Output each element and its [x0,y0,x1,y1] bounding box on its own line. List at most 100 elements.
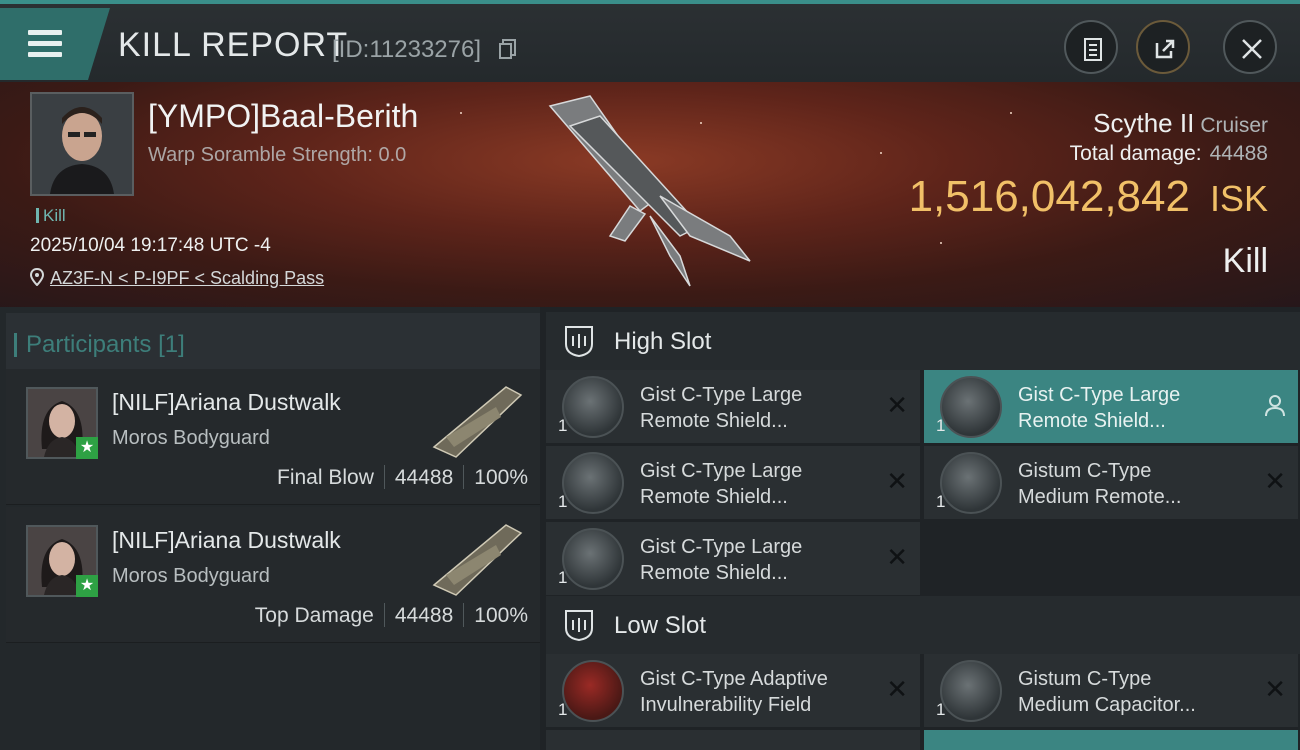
participant-row[interactable]: ★ [NILF]Ariana Dustwalk Moros Bodyguard … [6,507,540,643]
portrait-image [32,94,132,194]
module-item[interactable]: 1 Gistum C-Type Medium Remote... ✕ [924,446,1298,519]
high-slot-icon [565,326,593,358]
high-slot-label: High Slot [614,328,712,355]
destroyed-x-icon: ✕ [1264,674,1286,704]
copy-icon[interactable] [499,39,517,59]
module-qty: 1 [936,492,946,511]
destroyed-x-icon: ✕ [886,674,908,704]
victim-portrait[interactable] [30,92,134,196]
participant-name[interactable]: [NILF]Ariana Dustwalk [112,389,341,416]
module-name-line2: Remote Shield... [640,486,788,508]
ship-class: Cruiser [1200,114,1268,137]
total-damage-label: Total damage: [1069,142,1202,165]
clipboard-button[interactable] [1064,20,1118,74]
module-name-line1: Gist C-Type Large [1018,384,1181,406]
module-qty: 1 [558,700,568,719]
module-item[interactable]: 1 Gist C-Type Large Remote Shield... ✕ [546,370,920,443]
module-qty: 1 [558,568,568,587]
kill-tag: Kill [36,206,66,226]
share-icon [1155,39,1175,59]
person-icon[interactable] [1264,394,1286,418]
page-title: KILL REPORT [118,26,349,64]
module-name-line2: Medium Capacitor... [1018,694,1196,716]
module-name-line1: Gistum C-Type [1018,668,1152,690]
isk-value: 1,516,042,842 [908,172,1190,221]
capacitor-booster-icon [940,660,1002,722]
low-slot-header: Low Slot [546,596,1300,654]
module-qty: 1 [558,416,568,435]
participants-label: Participants [26,331,152,358]
invulnerability-field-icon [562,660,624,722]
participant-ship-image [432,386,523,458]
module-item-partial[interactable] [546,730,920,750]
destroyed-x-icon: ✕ [886,542,908,572]
module-item-partial[interactable] [924,730,1298,750]
kill-id: [ID:11233276] [332,36,482,63]
header-bar: KILL REPORT [ID:11233276] [0,0,1300,82]
participant-damage: 44488 [394,466,454,489]
participant-role: Top Damage [254,604,374,627]
module-item[interactable]: 1 Gist C-Type Large Remote Shield... ✕ [546,522,920,595]
participant-row[interactable]: ★ [NILF]Ariana Dustwalk Moros Bodyguard … [6,369,540,505]
fitting-panel: High Slot 1 Gist C-Type Large Remote Shie… [540,307,1300,750]
victim-name[interactable]: [YMPO]Baal-Berith [148,98,418,135]
shield-booster-icon [562,452,624,514]
module-name-line1: Gist C-Type Large [640,536,803,558]
high-slot-header: High Slot [546,312,1300,370]
module-name-line1: Gist C-Type Adaptive [640,668,828,690]
participant-role: Final Blow [277,466,374,489]
victim-ship-image [548,95,751,287]
module-name-line1: Gistum C-Type [1018,460,1152,482]
share-button[interactable] [1136,20,1190,74]
warp-scramble-strength: Warp Soramble Strength: 0.0 [148,144,407,166]
participants-header: Participants [1] [6,313,540,373]
destroyed-x-icon: ✕ [1264,466,1286,496]
close-icon [1242,39,1262,59]
participants-count: [1] [158,331,185,358]
location-text: AZ3F-N < P-I9PF < Scalding Pass [50,268,325,288]
participant-percent: 100% [474,466,528,489]
kill-timestamp: 2025/10/04 19:17:48 UTC -4 [30,235,271,256]
participants-panel: Participants [1] ★ [NILF]Ariana Dustwalk… [0,307,540,750]
star-badge-icon: ★ [76,437,98,459]
module-item[interactable]: 1 Gistum C-Type Medium Capacitor... ✕ [924,654,1298,727]
shield-booster-icon [940,452,1002,514]
victim-summary: [YMPO]Baal-Berith Warp Soramble Strength… [0,82,1300,307]
module-name-line2: Medium Remote... [1018,486,1182,508]
module-item[interactable]: 1 Gist C-Type Large Remote Shield... ✕ [546,446,920,519]
menu-icon [28,30,62,35]
module-qty: 1 [936,416,946,435]
kill-report-screen: KILL REPORT [ID:11233276] [YMPO]Baal-Ber… [0,0,1300,750]
ship-name[interactable]: Scythe II [1093,108,1194,138]
destroyed-x-icon: ✕ [886,390,908,420]
module-name-line2: Remote Shield... [640,562,788,584]
module-qty: 1 [936,700,946,719]
close-button[interactable] [1223,20,1277,74]
module-name-line2: Invulnerability Field [640,694,812,716]
low-slot-icon [565,610,593,642]
module-name-line2: Remote Shield... [640,410,788,432]
shield-booster-icon [562,376,624,438]
participant-percent: 100% [474,604,528,627]
participant-ship: Moros Bodyguard [112,427,270,449]
low-slot-label: Low Slot [614,612,707,639]
location-pin-icon [29,267,45,287]
module-name-line1: Gist C-Type Large [640,384,803,406]
participant-name[interactable]: [NILF]Ariana Dustwalk [112,527,341,554]
module-name-line2: Remote Shield... [1018,410,1166,432]
module-item[interactable]: 1 Gist C-Type Large Remote Shield... [924,370,1298,443]
menu-button[interactable] [0,8,110,80]
location-link[interactable]: AZ3F-N < P-I9PF < Scalding Pass [29,267,325,289]
participant-ship-image [432,524,523,596]
star-badge-icon: ★ [76,575,98,597]
total-damage-value: 44488 [1209,142,1268,165]
shield-booster-icon [562,528,624,590]
destroyed-x-icon: ✕ [886,466,908,496]
shield-booster-icon [940,376,1002,438]
participant-damage: 44488 [394,604,454,627]
module-item[interactable]: 1 Gist C-Type Adaptive Invulnerability Fi… [546,654,920,727]
module-name-line1: Gist C-Type Large [640,460,803,482]
isk-currency: ISK [1209,178,1268,219]
participant-ship: Moros Bodyguard [112,565,270,587]
module-qty: 1 [558,492,568,511]
